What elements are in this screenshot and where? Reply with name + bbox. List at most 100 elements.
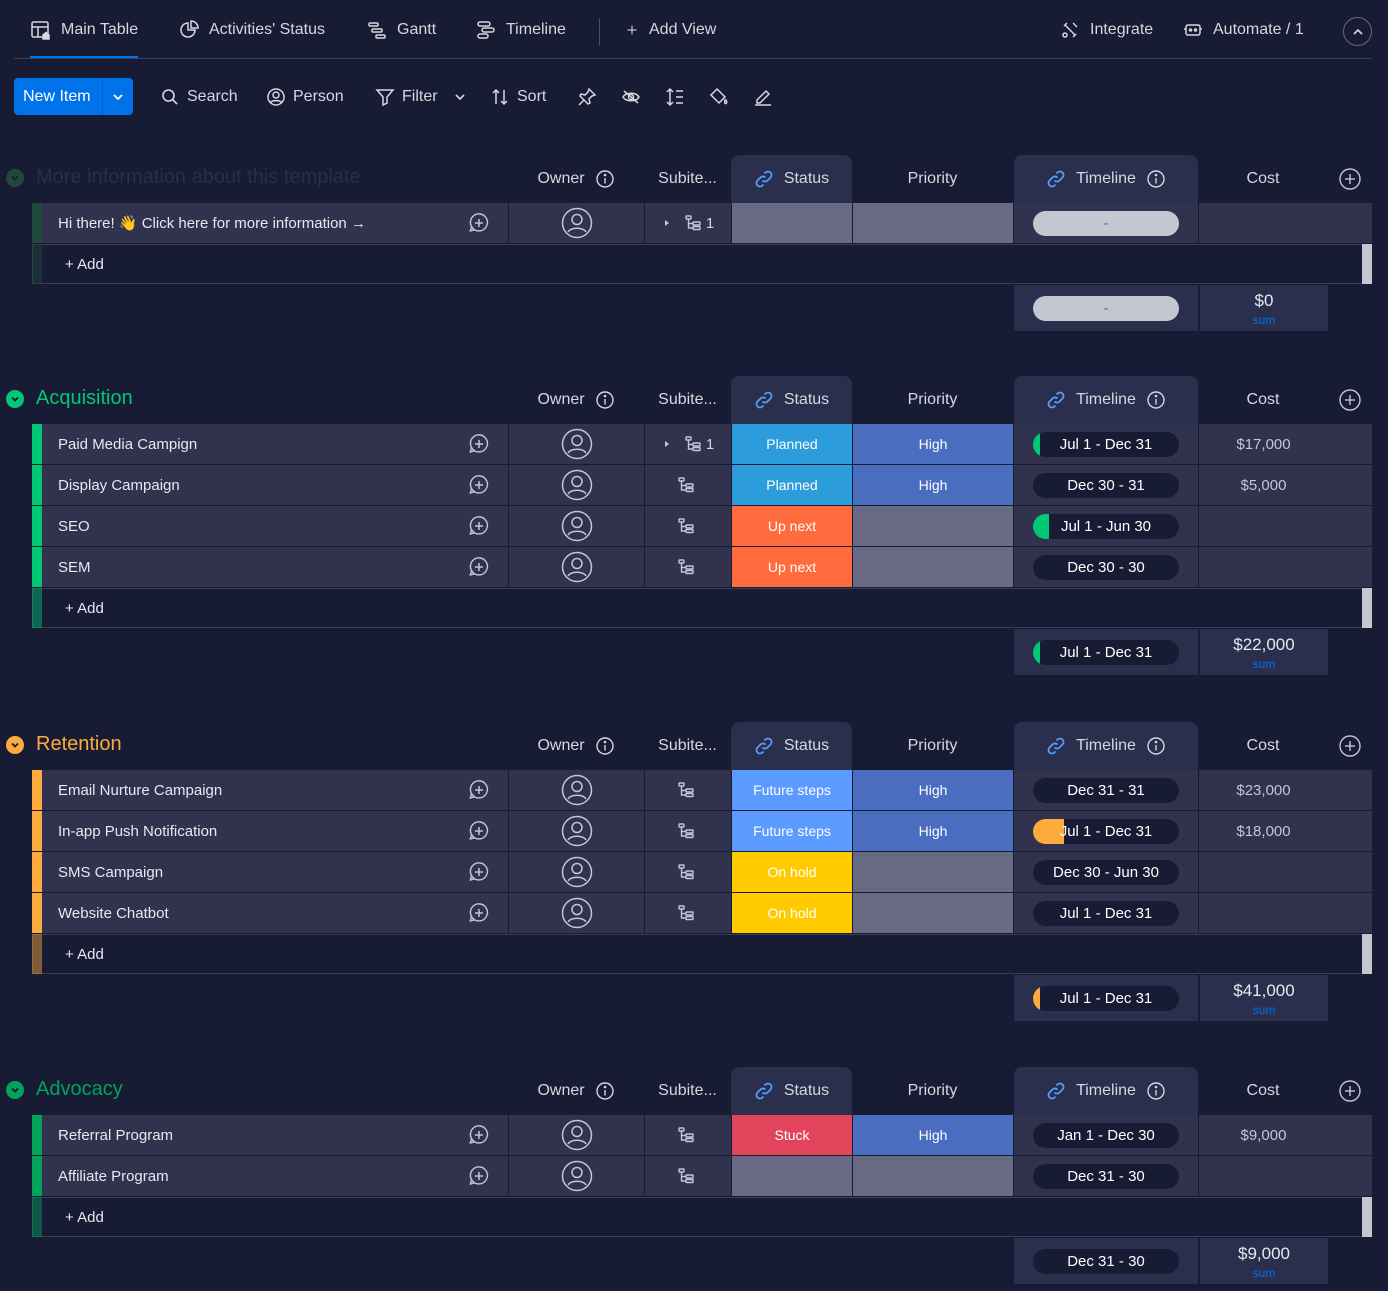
cost-cell[interactable] [1198,1156,1328,1196]
filter-button[interactable]: Filter [375,78,438,115]
scrollbar[interactable] [1362,934,1372,974]
col-header-status[interactable]: Status [731,1067,852,1115]
color-fill-button[interactable] [709,78,729,115]
priority-cell[interactable]: High [852,1115,1013,1155]
add-update-button[interactable] [464,811,494,851]
table-row[interactable]: SMS Campaign On hold Dec 30 - Jun 30 [32,852,1372,892]
owner-cell[interactable] [508,547,644,587]
tab-activities-status[interactable]: Activities' Status [178,0,325,60]
col-header-priority[interactable]: Priority [852,376,1013,424]
caret-right-icon[interactable] [662,439,672,449]
item-name[interactable]: Display Campaign [42,465,508,505]
priority-cell[interactable]: High [852,424,1013,464]
col-header-owner[interactable]: Owner [508,1067,644,1115]
priority-cell[interactable] [852,203,1013,243]
owner-cell[interactable] [508,1115,644,1155]
timeline-pill[interactable]: Dec 31 - 30 [1033,1163,1179,1189]
group-toggle[interactable] [6,169,24,187]
item-name[interactable]: Hi there! 👋 Click here for more informat… [42,203,508,243]
tab-timeline[interactable]: Timeline [475,0,566,60]
item-name[interactable]: Referral Program [42,1115,508,1155]
timeline-cell[interactable]: Dec 31 - 30 [1013,1156,1198,1196]
group-toggle[interactable] [6,390,24,408]
cost-cell[interactable] [1198,852,1328,892]
owner-cell[interactable] [508,424,644,464]
add-column-button[interactable] [1339,1080,1361,1102]
subitems-cell[interactable] [644,770,731,810]
group-title[interactable]: Retention [36,733,122,756]
automate-button[interactable]: Automate / 1 [1182,0,1304,60]
col-header-subitems[interactable]: Subite... [644,722,731,770]
group-title[interactable]: Advocacy [36,1078,123,1101]
col-header-cost[interactable]: Cost [1198,1067,1328,1115]
add-update-button[interactable] [464,424,494,464]
subitems-cell[interactable] [644,811,731,851]
subitems-cell[interactable] [644,465,731,505]
info-icon[interactable] [1146,1081,1166,1101]
cost-cell[interactable] [1198,203,1328,243]
col-header-subitems[interactable]: Subite... [644,376,731,424]
subitems-cell[interactable]: 1 [644,203,731,243]
timeline-pill[interactable]: - [1033,210,1179,236]
col-header-cost[interactable]: Cost [1198,155,1328,203]
item-name[interactable]: SEO [42,506,508,546]
subitems-cell[interactable] [644,893,731,933]
timeline-pill[interactable]: Dec 30 - Jun 30 [1033,859,1179,885]
scrollbar[interactable] [1362,1197,1372,1237]
col-header-owner[interactable]: Owner [508,376,644,424]
subitems-cell[interactable] [644,1156,731,1196]
add-update-button[interactable] [464,852,494,892]
col-header-priority[interactable]: Priority [852,155,1013,203]
timeline-cell[interactable]: Jul 1 - Dec 31 [1013,424,1198,464]
item-name[interactable]: SMS Campaign [42,852,508,892]
hide-columns-button[interactable] [621,78,641,115]
col-header-status[interactable]: Status [731,155,852,203]
status-cell[interactable]: Planned [731,465,852,505]
col-header-owner[interactable]: Owner [508,722,644,770]
status-cell[interactable]: Up next [731,506,852,546]
cost-cell[interactable] [1198,547,1328,587]
subitems-cell[interactable]: 1 [644,424,731,464]
info-icon[interactable] [1146,169,1166,189]
table-row[interactable]: Hi there! 👋 Click here for more informat… [32,203,1372,243]
integrate-button[interactable]: Integrate [1059,0,1153,60]
timeline-cell[interactable]: - [1013,203,1198,243]
col-header-priority[interactable]: Priority [852,1067,1013,1115]
timeline-pill[interactable]: Dec 30 - 31 [1033,472,1179,498]
add-update-button[interactable] [464,1156,494,1196]
new-item-button[interactable]: New Item [14,78,133,115]
owner-cell[interactable] [508,852,644,892]
priority-cell[interactable] [852,852,1013,892]
cost-cell[interactable]: $9,000 [1198,1115,1328,1155]
item-name[interactable]: Paid Media Campign [42,424,508,464]
owner-cell[interactable] [508,893,644,933]
group-toggle[interactable] [6,736,24,754]
item-name[interactable]: Website Chatbot [42,893,508,933]
info-icon[interactable] [1146,736,1166,756]
subitems-cell[interactable] [644,547,731,587]
caret-right-icon[interactable] [662,218,672,228]
item-name[interactable]: SEM [42,547,508,587]
owner-cell[interactable] [508,465,644,505]
status-cell[interactable]: Stuck [731,1115,852,1155]
timeline-cell[interactable]: Jul 1 - Jun 30 [1013,506,1198,546]
add-update-button[interactable] [464,770,494,810]
priority-cell[interactable]: High [852,811,1013,851]
tab-main-table[interactable]: Main Table [30,0,139,60]
add-column-button[interactable] [1339,168,1361,190]
col-header-cost[interactable]: Cost [1198,376,1328,424]
timeline-pill[interactable]: Dec 31 - 31 [1033,777,1179,803]
add-update-button[interactable] [464,547,494,587]
priority-cell[interactable] [852,893,1013,933]
filter-dropdown[interactable] [453,78,467,115]
group-title[interactable]: Acquisition [36,387,133,410]
subitems-cell[interactable] [644,1115,731,1155]
col-header-cost[interactable]: Cost [1198,722,1328,770]
status-cell[interactable] [731,1156,852,1196]
expand-subitems[interactable] [662,439,672,449]
priority-cell[interactable] [852,1156,1013,1196]
expand-subitems[interactable] [662,218,672,228]
timeline-cell[interactable]: Dec 30 - 31 [1013,465,1198,505]
table-row[interactable]: SEM Up next Dec 30 - 30 [32,547,1372,587]
table-row[interactable]: Referral Program Stuck High Jan 1 - Dec 30 $… [32,1115,1372,1155]
